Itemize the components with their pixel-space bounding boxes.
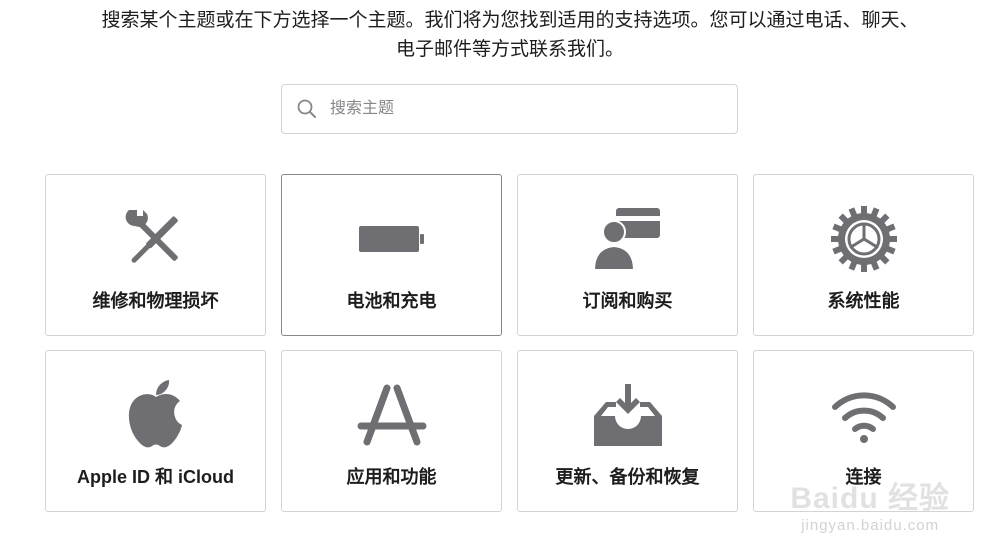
search-input[interactable] [328,99,712,119]
gear-icon [754,203,973,275]
topic-performance[interactable]: 系统性能 [753,174,974,336]
apple-logo-icon [46,379,265,451]
topic-battery[interactable]: 电池和充电 [281,174,502,336]
topic-repair[interactable]: 维修和物理损坏 [45,174,266,336]
wrench-screwdriver-icon [46,203,265,275]
topic-label: 更新、备份和恢复 [555,467,700,487]
topic-label: 维修和物理损坏 [92,291,219,311]
search-box[interactable] [281,84,738,134]
topic-subscriptions[interactable]: 订阅和购买 [517,174,738,336]
topic-apps[interactable]: 应用和功能 [281,350,502,512]
download-tray-icon [518,379,737,451]
intro-text: 搜索某个主题或在下方选择一个主题。我们将为您找到适用的支持选项。您可以通过电话、… [101,10,919,60]
topic-label: 连接 [845,467,882,487]
topic-connectivity[interactable]: 连接 [753,350,974,512]
watermark-sub: jingyan.baidu.com [801,517,940,534]
topic-label: 订阅和购买 [582,291,673,311]
topic-update-backup[interactable]: 更新、备份和恢复 [517,350,738,512]
battery-icon [282,203,501,275]
topic-label: 应用和功能 [346,467,437,487]
person-card-icon [518,203,737,275]
app-store-icon [282,379,501,451]
topic-label: 电池和充电 [346,291,437,311]
wifi-icon [754,379,973,451]
topic-label: Apple ID 和 iCloud [77,467,234,487]
topic-label: 系统性能 [827,291,900,311]
topic-apple-id[interactable]: Apple ID 和 iCloud [45,350,266,512]
search-icon [296,98,318,120]
